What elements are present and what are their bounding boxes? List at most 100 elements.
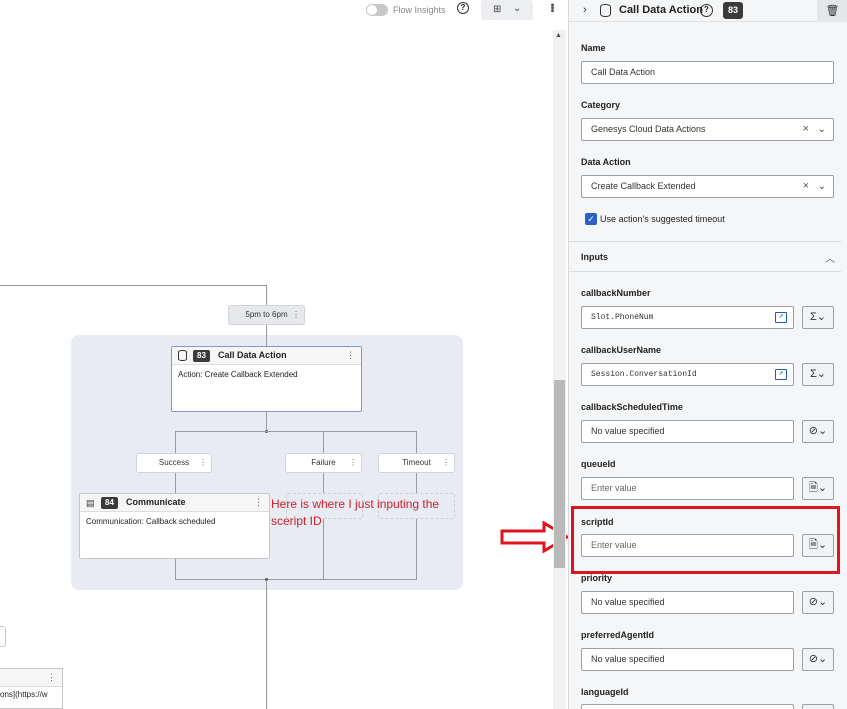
more-options-icon[interactable]: ⋮ [199, 454, 207, 472]
hierarchy-icon: ⊞ [493, 4, 502, 15]
scroll-up-icon[interactable]: ▲ [555, 32, 562, 39]
priority-field[interactable]: No value specified [581, 591, 794, 614]
outcome-timeout[interactable]: Timeout ⋮ [378, 453, 455, 473]
partial-input[interactable] [0, 626, 6, 647]
connector-line [416, 473, 417, 493]
trash-icon[interactable]: 🗑 [817, 0, 847, 22]
divider [569, 241, 841, 242]
language-id-field[interactable] [581, 704, 794, 709]
no-value-button[interactable]: ⊘⌄ [802, 420, 834, 443]
input-label: priority [581, 573, 613, 583]
communicate-node[interactable]: ▤ 84 Communicate ⋮ Communication: Callba… [79, 493, 270, 559]
field-value: Session.ConversationId [591, 370, 697, 379]
category-value: Genesys Cloud Data Actions [591, 124, 706, 134]
data-action-label: Data Action [581, 157, 631, 167]
input-label: callbackNumber [581, 288, 651, 298]
literal-button[interactable]: 🗎⌄ [802, 477, 834, 500]
connector-line [0, 285, 267, 286]
canvas-toolbar: Flow Insights ? ⊞ ⌄ ••• [0, 0, 568, 22]
chevron-down-icon[interactable]: ⌄ [818, 176, 826, 197]
no-value-button[interactable]: ⊘⌄ [802, 591, 834, 614]
chevron-up-icon[interactable]: ︿ [825, 250, 835, 265]
field-value: Slot.PhoneNum [591, 313, 654, 322]
partial-node[interactable]: ⋮ ons](https://w [0, 668, 63, 709]
queue-id-field[interactable]: Enter value [581, 477, 794, 500]
database-icon [178, 350, 187, 361]
node-title: Call Data Action [218, 350, 287, 360]
connector-line [266, 285, 267, 305]
input-label: queueId [581, 459, 616, 469]
connector-line [323, 431, 324, 453]
message-icon: ▤ [86, 498, 95, 508]
no-value-button[interactable] [802, 704, 834, 709]
connector-line [323, 473, 324, 493]
expression-button[interactable]: Σ⌄ [802, 363, 834, 386]
canvas-scrollbar[interactable] [553, 30, 566, 709]
help-icon[interactable]: ? [457, 2, 469, 14]
more-options-icon[interactable]: ⋮ [442, 454, 450, 472]
layout-menu-button[interactable]: ⊞ ⌄ [481, 0, 533, 20]
more-options-icon[interactable]: ⋮ [292, 306, 300, 324]
chevron-right-icon[interactable]: › [583, 4, 587, 16]
field-value: No value specified [591, 654, 665, 664]
connector-line [175, 559, 176, 580]
flow-canvas[interactable]: Flow Insights ? ⊞ ⌄ ••• 5pm to 6pm ⋮ 83 … [0, 0, 568, 709]
node-body: Communication: Callback scheduled [86, 517, 216, 526]
connector-line [416, 431, 417, 453]
field-value: No value specified [591, 426, 665, 436]
no-value-button[interactable]: ⊘⌄ [802, 648, 834, 671]
time-slot-label: 5pm to 6pm [245, 310, 288, 319]
chevron-down-icon[interactable]: ⌄ [818, 119, 826, 140]
more-options-icon[interactable]: ••• [546, 3, 558, 12]
connector-line [266, 580, 267, 709]
help-icon[interactable]: ? [700, 4, 713, 17]
name-field[interactable]: Call Data Action [581, 61, 834, 84]
panel-title: Call Data Action [619, 4, 703, 16]
more-options-icon[interactable]: ⋮ [349, 454, 357, 472]
outcome-label: Failure [311, 458, 336, 467]
expand-icon[interactable]: ↗ [775, 369, 787, 380]
outcome-success[interactable]: Success ⋮ [136, 453, 212, 473]
more-options-icon[interactable]: ⋮ [254, 497, 263, 508]
more-options-icon[interactable]: ⋮ [346, 350, 355, 361]
time-slot-pill[interactable]: 5pm to 6pm ⋮ [228, 305, 305, 325]
annotation-text: Here is where I just inputing the scerip… [271, 497, 440, 528]
panel-scrollbar[interactable] [841, 22, 847, 709]
callback-user-name-field[interactable]: Session.ConversationId ↗ [581, 363, 794, 386]
connector-line [175, 473, 176, 493]
timeout-checkbox-label: Use action's suggested timeout [600, 214, 725, 224]
timeout-checkbox[interactable]: ✓ [585, 213, 597, 225]
input-label: preferredAgentId [581, 630, 655, 640]
node-title: Communicate [126, 497, 186, 507]
clear-icon[interactable]: × [803, 119, 809, 140]
field-placeholder: Enter value [591, 483, 637, 493]
divider [569, 271, 841, 272]
input-label: callbackScheduledTime [581, 402, 683, 412]
annotation-highlight-box [571, 506, 840, 574]
flow-insights-label: Flow Insights [393, 5, 446, 15]
name-value: Call Data Action [591, 67, 656, 77]
clear-icon[interactable]: × [803, 176, 809, 197]
category-label: Category [581, 100, 621, 110]
callback-scheduled-time-field[interactable]: No value specified [581, 420, 794, 443]
outcome-failure[interactable]: Failure ⋮ [285, 453, 362, 473]
expand-icon[interactable]: ↗ [775, 312, 787, 323]
preferred-agent-id-field[interactable]: No value specified [581, 648, 794, 671]
canvas-scroll-thumb[interactable] [554, 380, 565, 568]
callback-number-field[interactable]: Slot.PhoneNum ↗ [581, 306, 794, 329]
database-icon [600, 4, 611, 17]
connector-line [266, 412, 267, 432]
node-header: ▤ 84 Communicate ⋮ [80, 494, 269, 512]
input-label: languageId [581, 687, 629, 697]
node-header: 83 Call Data Action ⋮ [172, 347, 361, 365]
expression-button[interactable]: Σ⌄ [802, 306, 834, 329]
category-select[interactable]: Genesys Cloud Data Actions × ⌄ [581, 118, 834, 141]
more-options-icon[interactable]: ⋮ [47, 672, 56, 683]
node-body: Action: Create Callback Extended [178, 370, 298, 379]
outcome-label: Timeout [402, 458, 431, 467]
connector-line [175, 431, 417, 432]
flow-insights-toggle[interactable] [366, 4, 388, 16]
call-data-action-node[interactable]: 83 Call Data Action ⋮ Action: Create Cal… [171, 346, 362, 412]
data-action-select[interactable]: Create Callback Extended × ⌄ [581, 175, 834, 198]
node-header: ⋮ [0, 669, 62, 687]
